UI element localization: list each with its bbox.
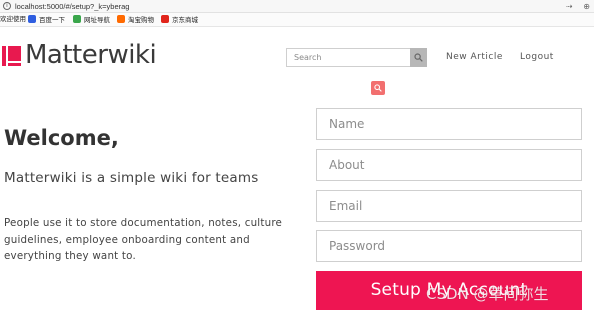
bookmark-label: 网址导航	[84, 17, 110, 24]
logo-stripe	[6, 46, 8, 66]
welcome-description: People use it to store documentation, no…	[4, 217, 283, 262]
navigation-icon	[73, 15, 81, 23]
nav-new-article[interactable]: New Article	[446, 51, 503, 63]
bookmark-label: 淘宝购物	[128, 17, 154, 24]
search-input[interactable]	[286, 48, 411, 67]
name-field[interactable]	[316, 108, 582, 140]
bookmark-label: 百度一下	[39, 17, 65, 24]
logo-icon[interactable]	[2, 46, 21, 66]
logo-stripe	[6, 61, 21, 63]
welcome-title: Welcome,	[4, 126, 119, 150]
about-field[interactable]	[316, 149, 582, 181]
address-url[interactable]: localhost:5000/#/setup?_k=yberag	[15, 1, 129, 12]
info-icon[interactable]: i	[3, 2, 11, 10]
bookmark-item[interactable]: 百度一下	[28, 15, 65, 26]
address-bar-icons: ⇢ ⊕	[558, 1, 590, 12]
search-icon	[374, 84, 382, 92]
paw-icon	[28, 15, 36, 23]
password-field[interactable]	[316, 230, 582, 262]
watermark: CSDN @草间弥生	[426, 285, 549, 303]
search-button[interactable]	[410, 48, 427, 67]
floating-search-button[interactable]	[371, 81, 385, 95]
bookmark-label: 京东商城	[172, 17, 198, 24]
bookmark-item[interactable]: 网址导航	[73, 15, 110, 26]
taobao-icon	[117, 15, 125, 23]
bookmarks-bar: 欢迎使用 百度一下 网址导航 淘宝购物 京东商城	[0, 13, 594, 27]
bookmark-item[interactable]: 淘宝购物	[117, 15, 154, 26]
share-icon[interactable]: ⇢	[566, 2, 573, 11]
zoom-icon[interactable]: ⊕	[583, 2, 590, 11]
nav-logout[interactable]: Logout	[520, 51, 554, 63]
bookmark-label: 欢迎使用	[0, 16, 26, 23]
jd-icon	[161, 15, 169, 23]
email-field[interactable]	[316, 190, 582, 222]
bookmark-item[interactable]: 欢迎使用	[0, 15, 26, 25]
welcome-tagline: Matterwiki is a simple wiki for teams	[4, 170, 259, 186]
search-icon	[414, 53, 423, 62]
browser-address-bar: i localhost:5000/#/setup?_k=yberag ⇢ ⊕	[0, 0, 594, 13]
logo-text[interactable]: Matterwiki	[25, 39, 157, 71]
bookmark-item[interactable]: 京东商城	[161, 15, 198, 26]
